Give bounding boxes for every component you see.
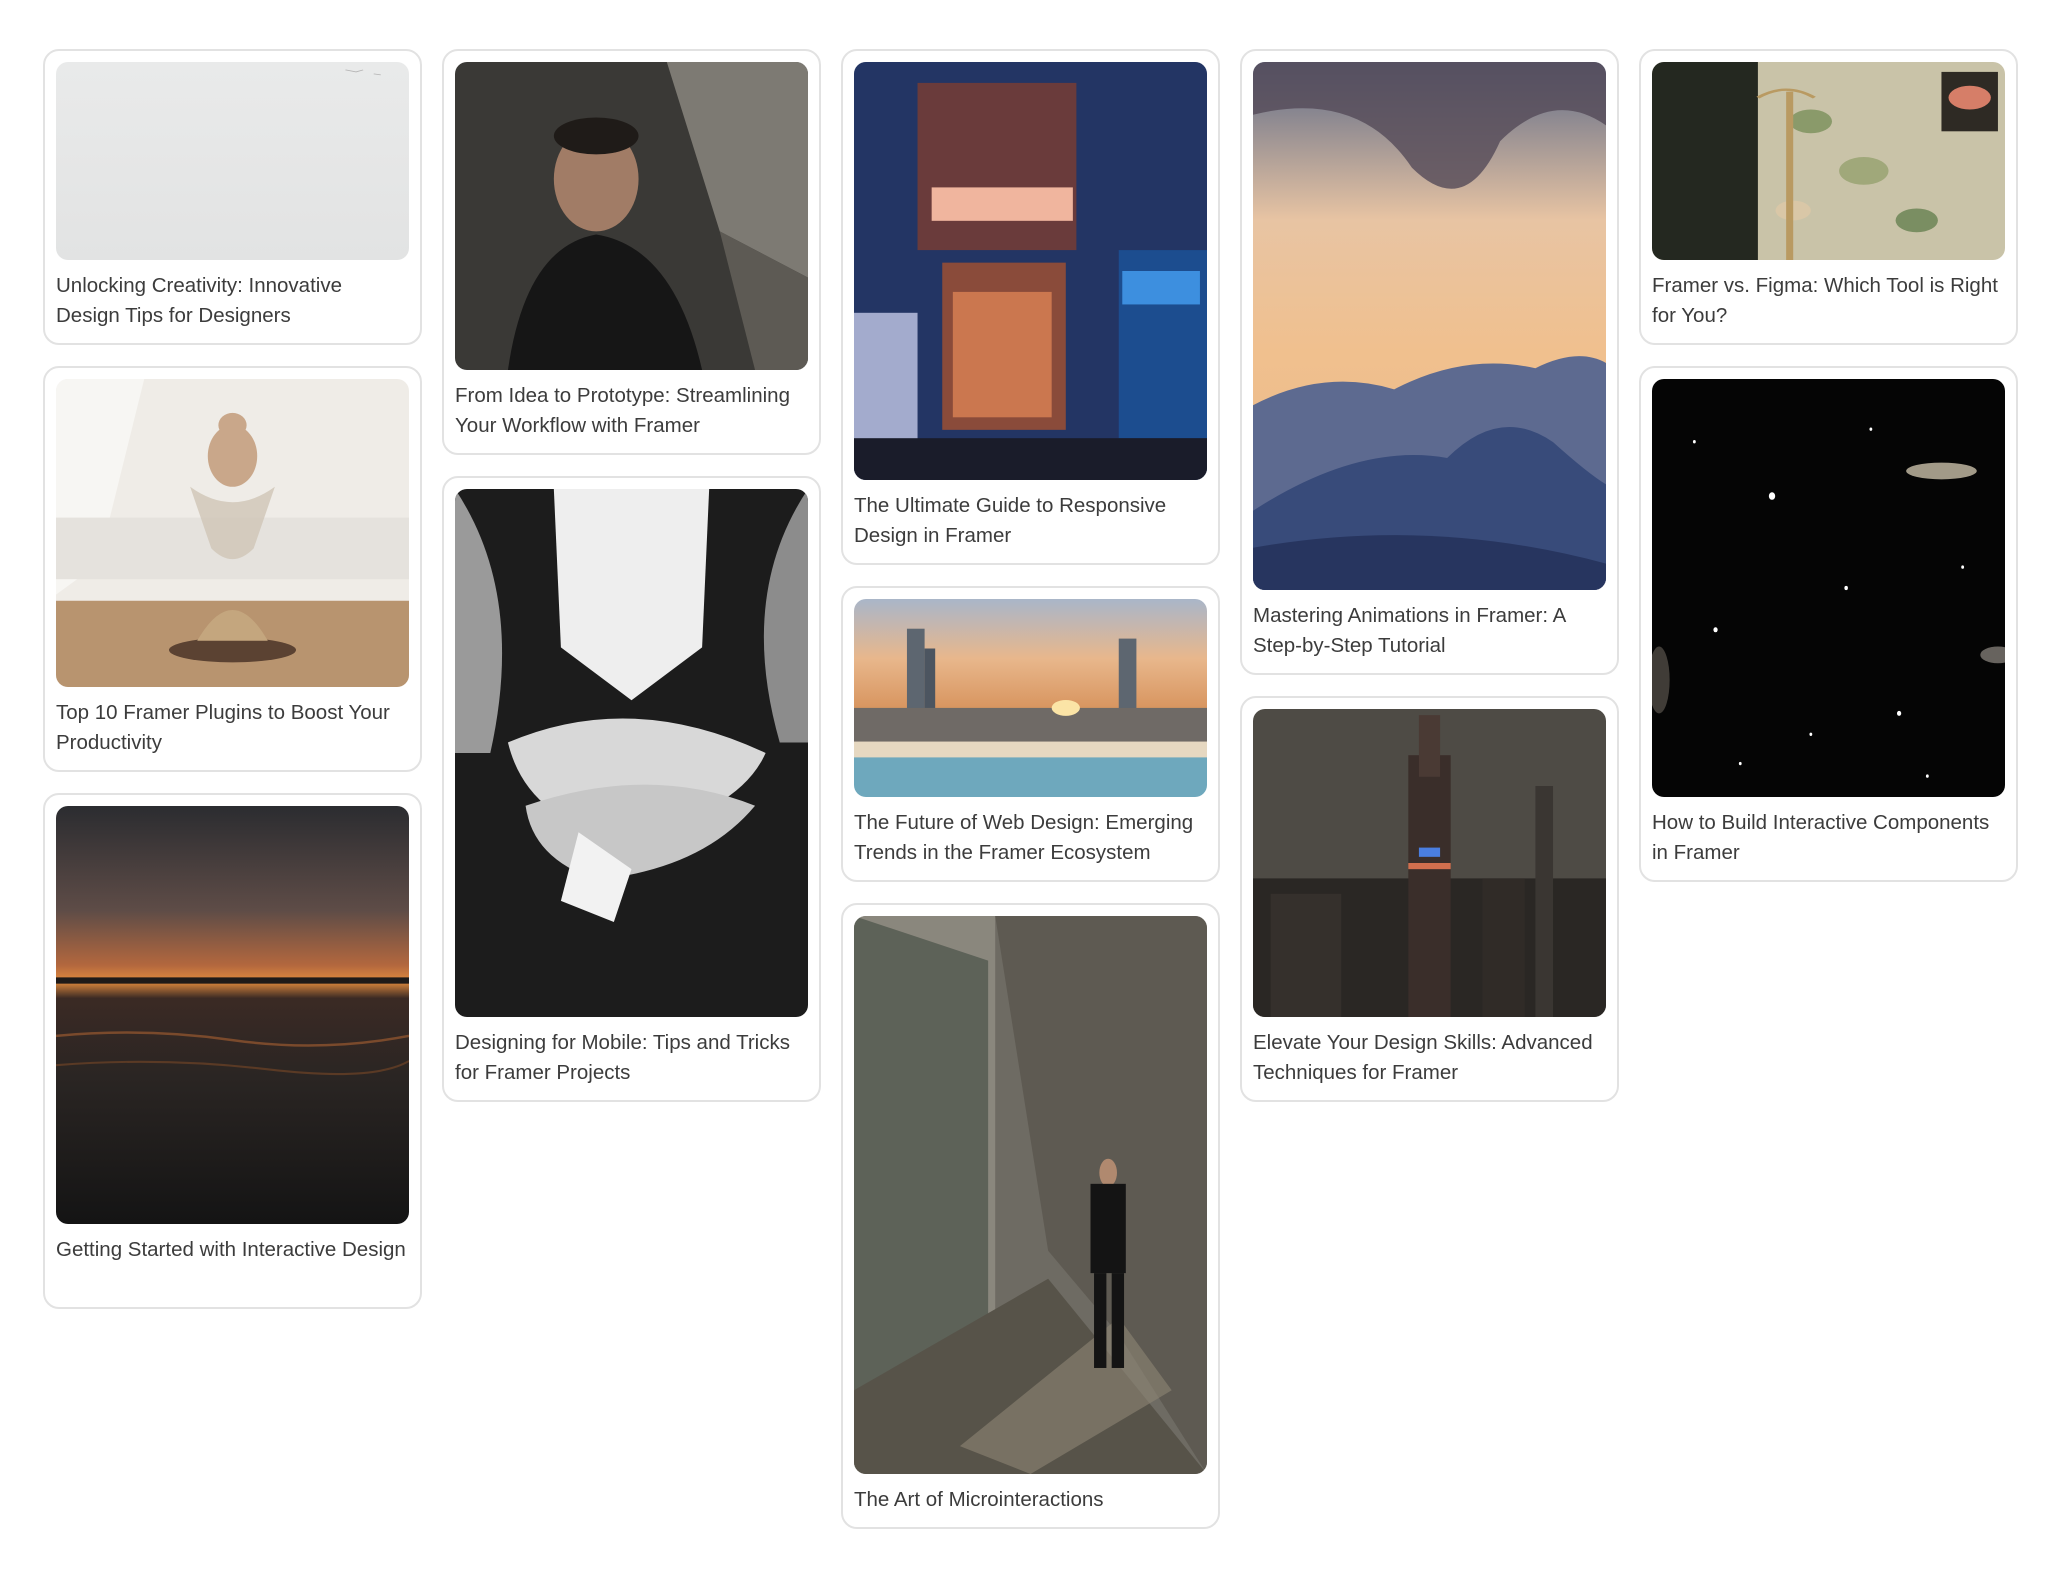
article-title: Designing for Mobile: Tips and Tricks fo…: [455, 1031, 790, 1084]
article-card[interactable]: Elevate Your Design Skills: Advanced Tec…: [1240, 696, 1619, 1102]
article-card[interactable]: How to Build Interactive Components in F…: [1639, 366, 2018, 882]
city-skyline-night-photo: [1253, 709, 1606, 1017]
sunset-over-sea-photo: [56, 806, 409, 1224]
article-title: Top 10 Framer Plugins to Boost Your Prod…: [56, 701, 390, 754]
column-4: Mastering Animations in Framer: A Step-b…: [1240, 49, 1619, 1123]
article-title: Framer vs. Figma: Which Tool is Right fo…: [1652, 274, 1998, 327]
article-title: Getting Started with Interactive Design: [56, 1238, 406, 1261]
column-2: From Idea to Prototype: Streamlining You…: [442, 49, 821, 1123]
column-5: Framer vs. Figma: Which Tool is Right fo…: [1639, 49, 2018, 903]
floral-wallpaper-coat-rack-photo: [1652, 62, 2005, 260]
article-title: From Idea to Prototype: Streamlining You…: [455, 384, 790, 437]
article-title: Elevate Your Design Skills: Advanced Tec…: [1253, 1031, 1593, 1084]
article-card[interactable]: Getting Started with Interactive Design: [43, 793, 422, 1309]
column-3: The Ultimate Guide to Responsive Design …: [841, 49, 1220, 1550]
hourglass-sculpture-photo: [56, 379, 409, 687]
holding-hands-bw-photo: [455, 489, 808, 1017]
article-title: The Art of Microinteractions: [854, 1488, 1104, 1511]
neon-street-shop-photo: [854, 62, 1207, 480]
article-title: Unlocking Creativity: Innovative Design …: [56, 274, 342, 327]
article-card[interactable]: From Idea to Prototype: Streamlining You…: [442, 49, 821, 455]
article-title: Mastering Animations in Framer: A Step-b…: [1253, 604, 1566, 657]
grey-sky-photo: [56, 62, 409, 260]
article-card[interactable]: Unlocking Creativity: Innovative Design …: [43, 49, 422, 345]
man-in-corridor-photo: [854, 916, 1207, 1474]
article-title: How to Build Interactive Components in F…: [1652, 811, 1990, 864]
article-card[interactable]: The Art of Microinteractions: [841, 903, 1220, 1529]
coastal-city-sunset-photo: [854, 599, 1207, 797]
mountain-sunset-photo: [1253, 62, 1606, 590]
article-title: The Future of Web Design: Emerging Trend…: [854, 811, 1194, 864]
starry-space-galaxies-photo: [1652, 379, 2005, 797]
article-card[interactable]: The Ultimate Guide to Responsive Design …: [841, 49, 1220, 565]
article-card[interactable]: Mastering Animations in Framer: A Step-b…: [1240, 49, 1619, 675]
article-card[interactable]: Designing for Mobile: Tips and Tricks fo…: [442, 476, 821, 1102]
man-portrait-photo: [455, 62, 808, 370]
article-card[interactable]: The Future of Web Design: Emerging Trend…: [841, 586, 1220, 882]
column-1: Unlocking Creativity: Innovative Design …: [43, 49, 422, 1330]
article-title: The Ultimate Guide to Responsive Design …: [854, 494, 1167, 547]
article-card[interactable]: Top 10 Framer Plugins to Boost Your Prod…: [43, 366, 422, 772]
article-card[interactable]: Framer vs. Figma: Which Tool is Right fo…: [1639, 49, 2018, 345]
